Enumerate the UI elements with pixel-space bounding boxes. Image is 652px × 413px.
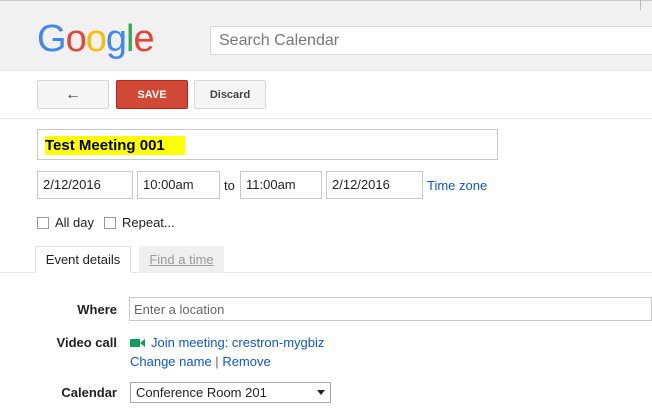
all-day-label: All day <box>55 215 95 230</box>
search-input[interactable] <box>211 27 652 54</box>
event-toolbar: ← SAVE Discard <box>0 70 652 119</box>
event-title-text: Test Meeting 001 <box>45 136 185 155</box>
start-date-field[interactable]: 2/12/2016 <box>37 171 133 199</box>
end-time-field[interactable]: 11:00am <box>240 171 322 199</box>
remove-link[interactable]: Remove <box>222 354 270 369</box>
time-zone-link[interactable]: Time zone <box>427 178 487 193</box>
discard-button[interactable]: Discard <box>194 80 266 109</box>
link-separator: | <box>215 354 219 369</box>
tab-find-a-time[interactable]: Find a time <box>139 246 224 273</box>
calendar-label: Calendar <box>61 385 117 400</box>
window-edge <box>0 0 652 6</box>
event-title-input[interactable]: Test Meeting 001 <box>37 129 498 160</box>
tab-event-details[interactable]: Event details <box>35 246 131 273</box>
calendar-selected-value: Conference Room 201 <box>136 385 267 400</box>
logo-letter-3: o <box>85 18 107 60</box>
logo-letter-1: G <box>37 18 67 60</box>
all-day-option[interactable]: All day <box>37 215 94 230</box>
logo-letter-2: o <box>65 18 87 60</box>
google-logo[interactable]: Google <box>37 17 155 61</box>
back-arrow-icon: ← <box>65 85 81 103</box>
back-button[interactable]: ← <box>37 80 109 109</box>
window-corner <box>640 0 641 10</box>
change-name-link[interactable]: Change name <box>130 354 212 369</box>
end-date-field[interactable]: 2/12/2016 <box>326 171 423 199</box>
search-box[interactable] <box>210 26 652 55</box>
join-meeting-link[interactable]: Join meeting: crestron-mygbiz <box>151 335 324 350</box>
repeat-label: Repeat... <box>122 215 175 230</box>
save-button[interactable]: SAVE <box>116 80 188 109</box>
video-call-row: Join meeting: crestron-mygbiz <box>130 335 324 350</box>
location-field[interactable] <box>129 297 652 321</box>
logo-letter-4: g <box>105 18 127 60</box>
video-call-label: Video call <box>56 335 117 350</box>
dropdown-arrow-icon <box>317 390 325 395</box>
start-time-field[interactable]: 10:00am <box>137 171 220 199</box>
logo-letter-6: e <box>133 18 154 60</box>
top-bar: Google <box>0 0 652 71</box>
to-label: to <box>224 178 235 193</box>
video-camera-icon <box>130 338 145 347</box>
logo-letter-5: l <box>125 18 135 60</box>
all-day-checkbox[interactable] <box>37 216 49 229</box>
location-input[interactable] <box>130 298 651 320</box>
where-label: Where <box>77 302 117 317</box>
repeat-checkbox[interactable] <box>104 216 116 229</box>
video-call-actions: Change name | Remove <box>130 354 271 369</box>
repeat-option[interactable]: Repeat... <box>104 215 175 230</box>
calendar-select[interactable]: Conference Room 201 <box>130 382 331 403</box>
